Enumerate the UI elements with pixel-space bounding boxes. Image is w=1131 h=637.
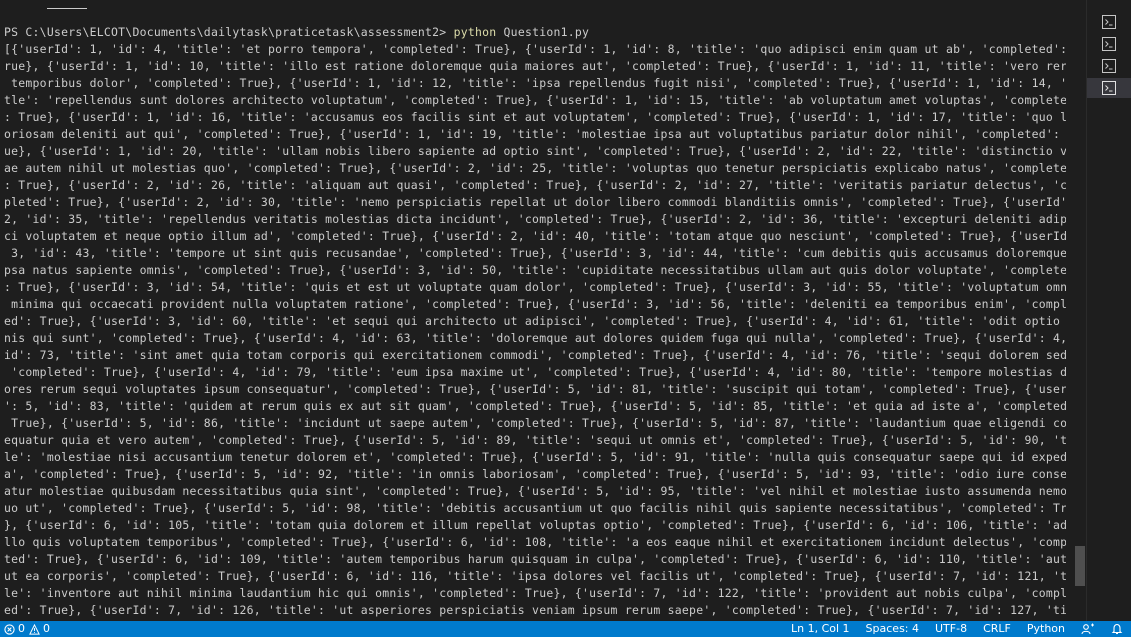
errors-count: 0 xyxy=(4,621,25,637)
terminal-icon xyxy=(1102,15,1116,29)
output-line: llo quis voluptatem temporibus', 'comple… xyxy=(4,535,1066,549)
output-line: atur molestiae quibusdam necessitatibus … xyxy=(4,484,1066,498)
cursor-position[interactable]: Ln 1, Col 1 xyxy=(791,621,850,637)
line-ending-selector[interactable]: CRLF xyxy=(983,621,1011,637)
output-line: ci voluptatem et neque optio illum ad', … xyxy=(4,229,1066,243)
output-line: 2, 'id': 35, 'title': 'repellendus verit… xyxy=(4,212,1066,226)
command-argument: Question1.py xyxy=(496,25,590,39)
output-line: ': 5, 'id': 83, 'title': 'quidem at reru… xyxy=(4,399,1066,413)
warnings-count: 0 xyxy=(29,621,50,637)
output-line: [{'userId': 1, 'id': 4, 'title': 'et por… xyxy=(4,42,1066,56)
errors-value: 0 xyxy=(18,622,25,635)
output-line: ed': True}, {'userId': 3, 'id': 60, 'tit… xyxy=(4,314,1066,328)
terminal-icon xyxy=(1102,59,1116,73)
output-line: : True}, {'userId': 3, 'id': 54, 'title'… xyxy=(4,280,1066,294)
output-line: equatur quia et vero autem', 'completed'… xyxy=(4,433,1066,447)
terminal-tab-4[interactable] xyxy=(1087,78,1131,98)
output-line: oriosam deleniti aut qui', 'completed': … xyxy=(4,127,1066,141)
terminal-tab-3[interactable] xyxy=(1087,56,1131,76)
terminal-output: PS C:\Users\ELCOT\Documents\dailytask\pr… xyxy=(4,24,1066,619)
notifications-button[interactable] xyxy=(1111,621,1123,637)
feedback-button[interactable] xyxy=(1081,621,1095,637)
warnings-value: 0 xyxy=(43,622,50,635)
output-line: ores rerum sequi voluptates ipsum conseq… xyxy=(4,382,1066,396)
terminal-icon xyxy=(1102,81,1116,95)
terminal-prompt: PS C:\Users\ELCOT\Documents\dailytask\pr… xyxy=(4,25,454,39)
person-feedback-icon xyxy=(1081,623,1094,635)
terminal-panel[interactable]: PS C:\Users\ELCOT\Documents\dailytask\pr… xyxy=(0,0,1070,621)
language-mode-selector[interactable]: Python xyxy=(1027,621,1065,637)
output-line: nis qui sunt', 'completed': True}, {'use… xyxy=(4,331,1066,345)
output-line: : True}, {'userId': 2, 'id': 26, 'title'… xyxy=(4,178,1066,192)
output-line: ed': True}, {'userId': 7, 'id': 126, 'ti… xyxy=(4,603,1066,617)
output-line: temporibus dolor', 'completed': True}, {… xyxy=(4,76,1066,90)
scrollbar-thumb[interactable] xyxy=(1075,546,1085,586)
status-bar: 0 0 Ln 1, Col 1 Spaces: 4 UTF-8 CRLF Pyt… xyxy=(0,621,1131,637)
terminal-tabs-panel xyxy=(1086,0,1131,621)
output-line: 3, 'id': 43, 'title': 'tempore ut sint q… xyxy=(4,246,1066,260)
command-word: python xyxy=(453,25,497,39)
encoding-selector[interactable]: UTF-8 xyxy=(935,621,967,637)
output-line: uo ut', 'completed': True}, {'userId': 5… xyxy=(4,501,1066,515)
output-line: tle': 'repellendus sunt dolores architec… xyxy=(4,93,1066,107)
output-lines: [{'userId': 1, 'id': 4, 'title': 'et por… xyxy=(4,41,1066,619)
output-line: : True}, {'userId': 1, 'id': 16, 'title'… xyxy=(4,110,1066,124)
output-line: ted': True}, {'userId': 6, 'id': 109, 't… xyxy=(4,552,1066,566)
output-line: rue}, {'userId': 1, 'id': 10, 'title': '… xyxy=(4,59,1066,73)
output-line: ae autem nihil ut molestias quo', 'compl… xyxy=(4,161,1066,175)
output-line: pleted': True}, {'userId': 2, 'id': 30, … xyxy=(4,195,1066,209)
terminal-scrollbar[interactable] xyxy=(1072,0,1086,621)
output-line: minima qui occaecati provident nulla vol… xyxy=(4,297,1066,311)
warning-icon xyxy=(29,623,40,635)
terminal-tab-1[interactable] xyxy=(1087,12,1131,32)
output-line: ue}, {'userId': 1, 'id': 20, 'title': 'u… xyxy=(4,144,1066,158)
status-bar-right: Ln 1, Col 1 Spaces: 4 UTF-8 CRLF Python xyxy=(791,621,1123,637)
output-line: psa natus sapiente omnis', 'completed': … xyxy=(4,263,1066,277)
output-line: True}, {'userId': 5, 'id': 86, 'title': … xyxy=(4,416,1066,430)
terminal-icon xyxy=(1102,37,1116,51)
output-line: id': 73, 'title': 'sint amet quia totam … xyxy=(4,348,1066,362)
command-line: PS C:\Users\ELCOT\Documents\dailytask\pr… xyxy=(4,24,1066,41)
output-line: }, {'userId': 6, 'id': 105, 'title': 'to… xyxy=(4,518,1066,532)
error-icon xyxy=(4,623,15,635)
output-line: ut ea corporis', 'completed': True}, {'u… xyxy=(4,569,1066,583)
output-line: 'completed': True}, {'userId': 4, 'id': … xyxy=(4,365,1066,379)
problems-indicator[interactable]: 0 0 xyxy=(4,621,50,637)
output-line: a', 'completed': True}, {'userId': 5, 'i… xyxy=(4,467,1066,481)
indentation-selector[interactable]: Spaces: 4 xyxy=(866,621,919,637)
terminal-tab-2[interactable] xyxy=(1087,34,1131,54)
bell-icon xyxy=(1111,623,1123,635)
output-line: le': 'molestiae nisi accusantium tenetur… xyxy=(4,450,1066,464)
output-line: le': 'inventore aut nihil minima laudant… xyxy=(4,586,1066,600)
